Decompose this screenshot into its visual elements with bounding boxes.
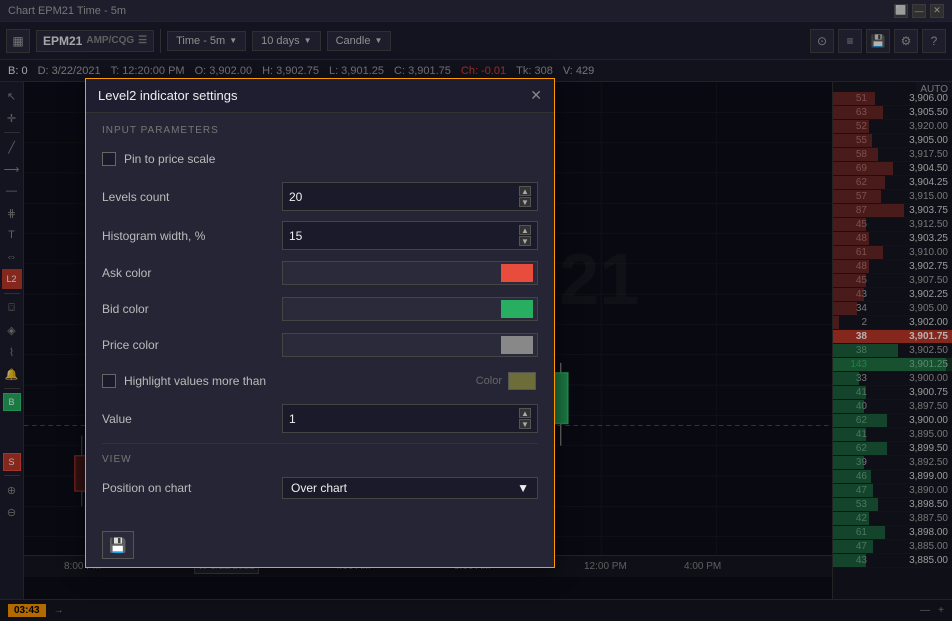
highlight-row: Highlight values more than Color	[102, 368, 538, 394]
pin-to-price-wrapper: Pin to price scale	[102, 152, 215, 166]
highlight-color-swatch[interactable]	[508, 372, 536, 390]
bid-color-swatch-bg	[282, 297, 538, 321]
levels-count-spinner[interactable]: ▲ ▼	[519, 186, 531, 207]
histogram-width-input[interactable]: 15 ▲ ▼	[282, 221, 538, 250]
histogram-width-row: Histogram width, % 15 ▲ ▼	[102, 221, 538, 250]
levels-count-label: Levels count	[102, 190, 282, 204]
highlight-wrapper: Highlight values more than	[102, 374, 476, 388]
price-color-swatch[interactable]	[501, 336, 533, 354]
highlight-label: Highlight values more than	[124, 374, 266, 388]
position-value: Over chart	[291, 481, 347, 495]
modal-body: INPUT PARAMETERS Pin to price scale Leve…	[86, 113, 554, 523]
ask-color-swatch-bg	[282, 261, 538, 285]
view-label: VIEW	[102, 454, 538, 465]
price-color-swatch-bg	[282, 333, 538, 357]
levels-count-down[interactable]: ▼	[519, 197, 531, 207]
modal-close-button[interactable]: ✕	[530, 87, 542, 104]
pin-to-price-label: Pin to price scale	[124, 152, 215, 166]
ask-color-label: Ask color	[102, 266, 282, 280]
price-color-row: Price color	[102, 332, 538, 358]
histogram-width-up[interactable]: ▲	[519, 225, 531, 235]
dropdown-arrow: ▼	[517, 481, 529, 495]
levels-count-input[interactable]: 20 ▲ ▼	[282, 182, 538, 211]
value-input[interactable]: 1 ▲ ▼	[282, 404, 538, 433]
input-params-label: INPUT PARAMETERS	[102, 125, 538, 136]
histogram-width-value: 15	[289, 229, 302, 243]
save-icon: 💾	[109, 537, 126, 554]
price-color-label: Price color	[102, 338, 282, 352]
save-template-button[interactable]: 💾	[102, 531, 134, 559]
modal-title: Level2 indicator settings	[98, 88, 237, 103]
position-row: Position on chart Over chart ▼	[102, 475, 538, 501]
bid-color-container	[282, 297, 538, 321]
bid-color-swatch[interactable]	[501, 300, 533, 318]
highlight-checkbox[interactable]	[102, 374, 116, 388]
value-spinner[interactable]: ▲ ▼	[519, 408, 531, 429]
ask-color-container	[282, 261, 538, 285]
position-label: Position on chart	[102, 481, 282, 495]
modal-header: Level2 indicator settings ✕	[86, 79, 554, 113]
value-input-value: 1	[289, 412, 296, 426]
bid-color-label: Bid color	[102, 302, 282, 316]
modal-footer: 💾	[86, 523, 554, 567]
levels-count-value: 20	[289, 190, 302, 204]
value-row: Value 1 ▲ ▼	[102, 404, 538, 433]
ask-color-row: Ask color	[102, 260, 538, 286]
levels-count-up[interactable]: ▲	[519, 186, 531, 196]
value-down[interactable]: ▼	[519, 419, 531, 429]
position-dropdown[interactable]: Over chart ▼	[282, 477, 538, 499]
price-color-container	[282, 333, 538, 357]
value-label: Value	[102, 412, 282, 426]
highlight-color-label: Color	[476, 375, 502, 387]
levels-count-row: Levels count 20 ▲ ▼	[102, 182, 538, 211]
section-divider	[102, 443, 538, 444]
pin-to-price-row: Pin to price scale	[102, 146, 538, 172]
settings-modal: Level2 indicator settings ✕ INPUT PARAME…	[85, 78, 555, 568]
modal-overlay: Level2 indicator settings ✕ INPUT PARAME…	[0, 0, 952, 621]
histogram-width-spinner[interactable]: ▲ ▼	[519, 225, 531, 246]
histogram-width-label: Histogram width, %	[102, 229, 282, 243]
bid-color-row: Bid color	[102, 296, 538, 322]
pin-to-price-checkbox[interactable]	[102, 152, 116, 166]
value-up[interactable]: ▲	[519, 408, 531, 418]
histogram-width-down[interactable]: ▼	[519, 236, 531, 246]
ask-color-swatch[interactable]	[501, 264, 533, 282]
